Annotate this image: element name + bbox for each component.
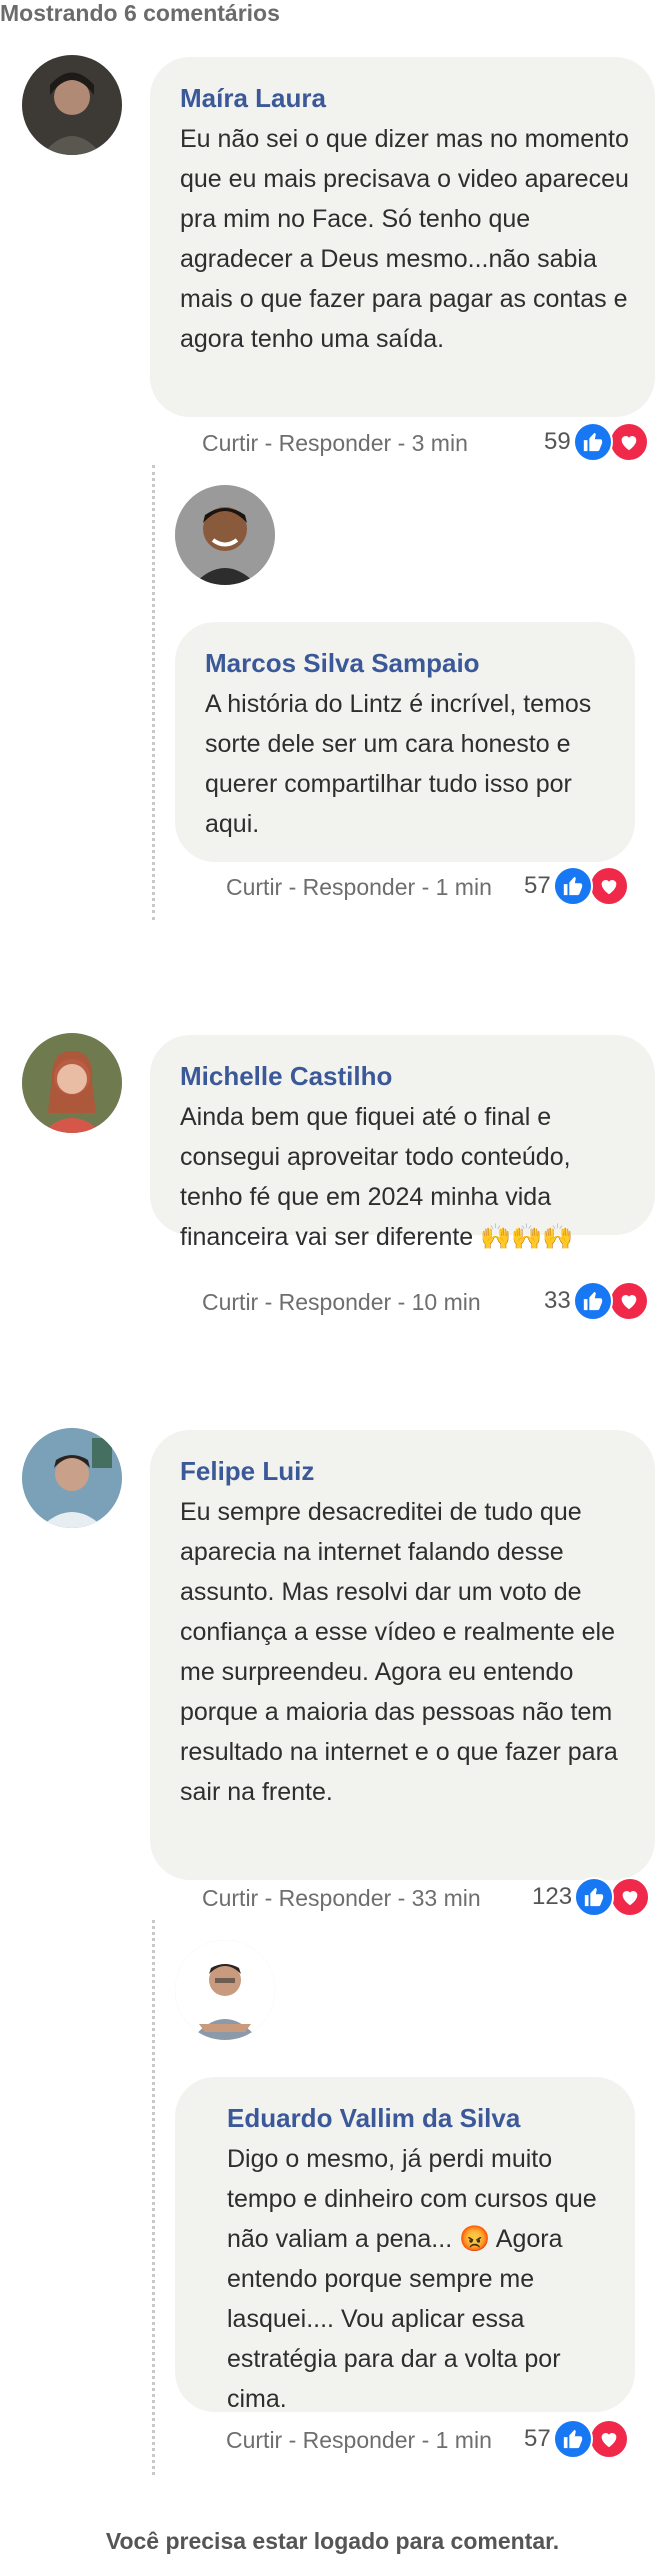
reply-thread-line [152, 465, 155, 920]
reactions[interactable]: 57 [524, 866, 629, 906]
reply-thread-line [152, 1920, 155, 2475]
heart-icon [588, 2419, 629, 2459]
comment-author[interactable]: Michelle Castilho [180, 1061, 631, 1091]
comment-bubble: Maíra Laura Eu não sei o que dizer mas n… [150, 57, 655, 417]
avatar[interactable] [22, 1428, 122, 1528]
likes-count: 57 [524, 2425, 551, 2452]
thumbs-up-icon [572, 1281, 613, 1321]
reactions[interactable]: 33 [544, 1281, 649, 1321]
likes-count: 57 [524, 872, 551, 899]
comment-author[interactable]: Maíra Laura [180, 83, 631, 113]
comment-author[interactable]: Eduardo Vallim da Silva [205, 2103, 611, 2133]
comment-actions[interactable]: Curtir - Responder - 3 min [202, 428, 468, 458]
comment-text: Digo o mesmo, já perdi muito tempo e din… [227, 2145, 597, 2413]
comment-text: Ainda bem que fiquei até o final e conse… [180, 1103, 574, 1251]
thumbs-up-icon [574, 1877, 615, 1917]
likes-count: 59 [544, 428, 571, 455]
comment-bubble: Marcos Silva Sampaio A história do Lintz… [175, 622, 635, 862]
heart-icon [610, 1877, 651, 1917]
comment-text: Eu não sei o que dizer mas no momento qu… [180, 125, 629, 353]
comment-actions[interactable]: Curtir - Responder - 33 min [202, 1883, 481, 1913]
comments-count-header: Mostrando 6 comentários [0, 0, 280, 26]
reactions[interactable]: 57 [524, 2419, 629, 2459]
comment-actions[interactable]: Curtir - Responder - 1 min [226, 2425, 492, 2455]
reactions[interactable]: 59 [544, 422, 649, 462]
comment-text: A história do Lintz é incrível, temos so… [205, 690, 592, 838]
comment-actions[interactable]: Curtir - Responder - 1 min [226, 872, 492, 902]
comment-bubble: Felipe Luiz Eu sempre desacreditei de tu… [150, 1430, 655, 1880]
heart-icon [608, 1281, 649, 1321]
thumbs-up-icon [552, 866, 593, 906]
heart-icon [588, 866, 629, 906]
thumbs-up-icon [572, 422, 613, 462]
likes-count: 123 [532, 1883, 573, 1910]
login-required-notice: Você precisa estar logado para comentar. [105, 2528, 560, 2554]
avatar[interactable] [175, 1940, 275, 2040]
likes-count: 33 [544, 1287, 571, 1314]
comment-bubble: Eduardo Vallim da Silva Digo o mesmo, já… [175, 2077, 635, 2413]
heart-icon [608, 422, 649, 462]
avatar[interactable] [175, 485, 275, 585]
comment-bubble: Michelle Castilho Ainda bem que fiquei a… [150, 1035, 655, 1251]
comment-author[interactable]: Marcos Silva Sampaio [205, 648, 611, 678]
avatar[interactable] [22, 1033, 122, 1133]
comment-author[interactable]: Felipe Luiz [180, 1456, 631, 1486]
reactions[interactable]: 123 [532, 1877, 651, 1917]
avatar[interactable] [22, 55, 122, 155]
thumbs-up-icon [552, 2419, 593, 2459]
comment-text: Eu sempre desacreditei de tudo que apare… [180, 1498, 618, 1806]
comment-actions[interactable]: Curtir - Responder - 10 min [202, 1287, 481, 1317]
